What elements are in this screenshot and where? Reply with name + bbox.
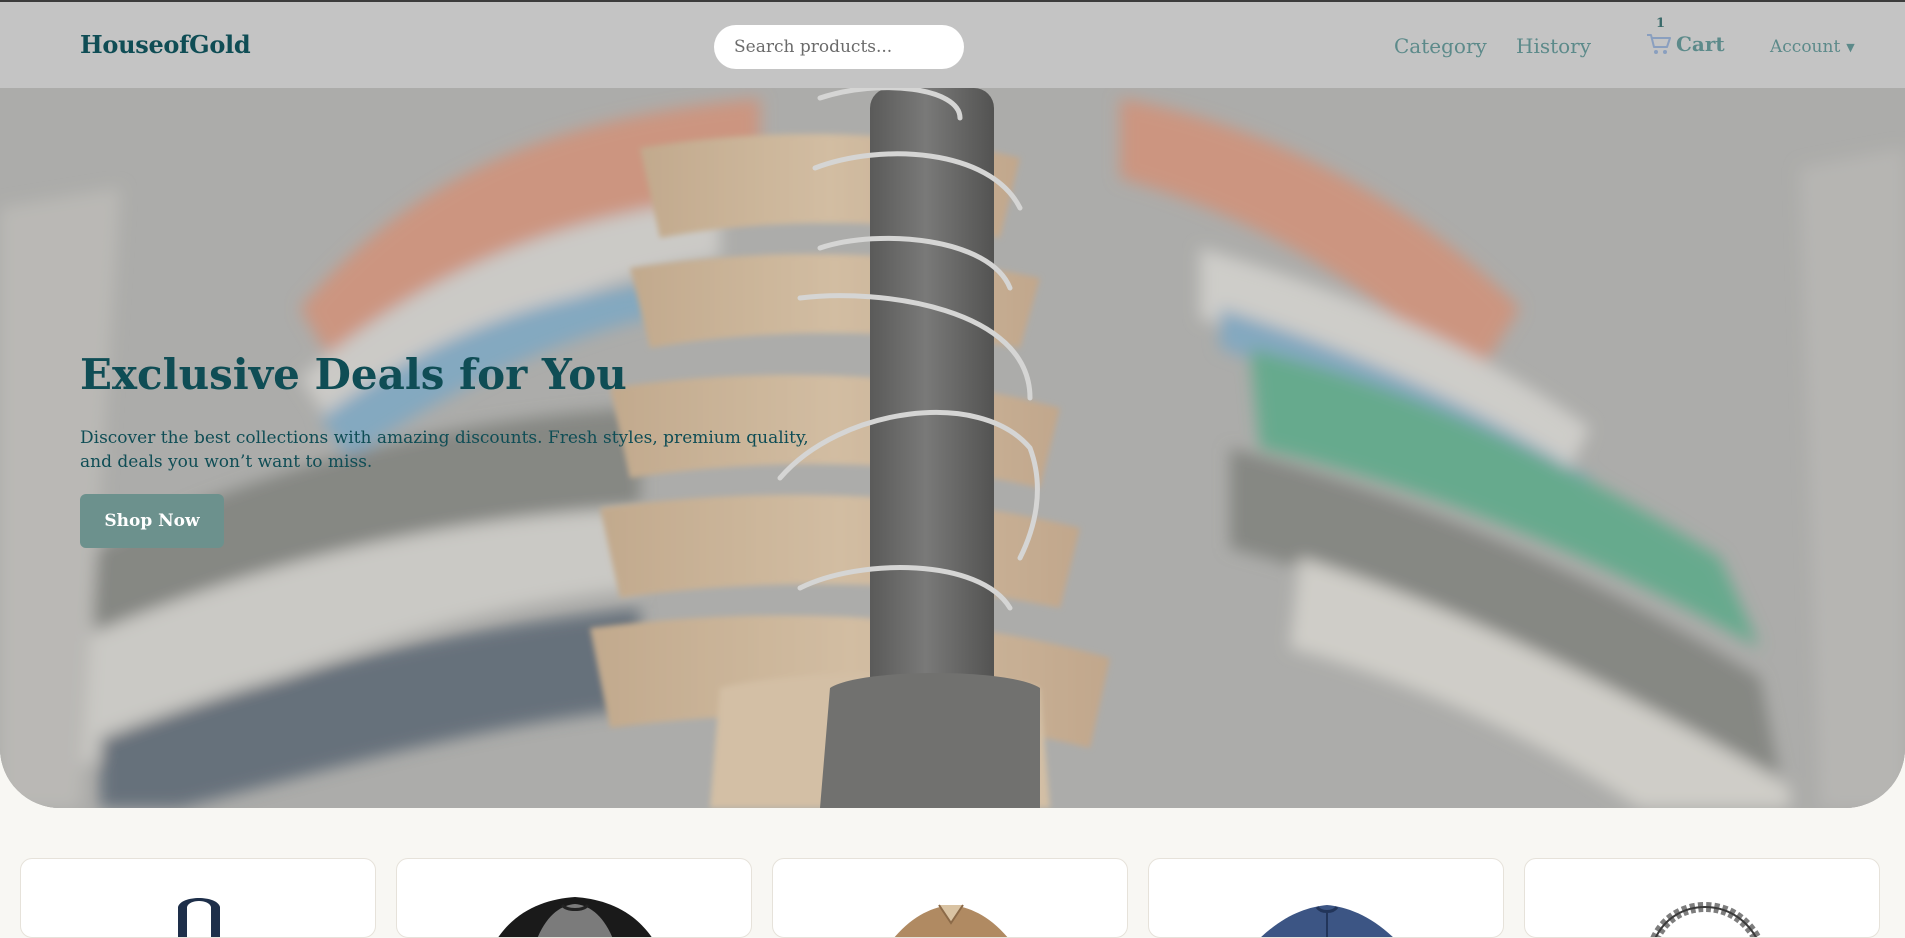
cart-icon xyxy=(1647,34,1671,54)
cart-button[interactable]: Cart xyxy=(1646,32,1725,56)
search-input[interactable] xyxy=(714,25,964,69)
nav-category-link[interactable]: Category xyxy=(1394,34,1487,58)
tank-top-image xyxy=(178,898,220,937)
product-card[interactable] xyxy=(1148,858,1504,938)
top-navbar: HouseofGold Category History 1 Cart Acco… xyxy=(0,0,1905,88)
hero-banner: Exclusive Deals for You Discover the bes… xyxy=(0,88,1905,808)
cart-count-badge: 1 xyxy=(1656,16,1666,31)
navy-henley-image xyxy=(1261,905,1393,937)
nav-history-link[interactable]: History xyxy=(1516,34,1591,58)
brand-logo[interactable]: HouseofGold xyxy=(80,30,251,59)
shop-now-button[interactable]: Shop Now xyxy=(80,494,224,548)
cart-label: Cart xyxy=(1676,32,1725,56)
hero-title: Exclusive Deals for You xyxy=(80,350,627,399)
product-card[interactable] xyxy=(396,858,752,938)
silver-bracelet-image xyxy=(1650,901,1762,937)
chevron-down-icon: ▼ xyxy=(1846,40,1855,54)
product-card[interactable] xyxy=(772,858,1128,938)
hero-subtitle: Discover the best collections with amazi… xyxy=(80,428,809,472)
product-card[interactable] xyxy=(1524,858,1880,938)
account-menu[interactable]: Account ▼ xyxy=(1770,37,1855,57)
brown-jacket-image xyxy=(894,904,1008,937)
product-grid xyxy=(0,808,1905,938)
raglan-tee-image xyxy=(498,897,652,937)
account-label: Account xyxy=(1770,37,1841,57)
product-card[interactable] xyxy=(20,858,376,938)
